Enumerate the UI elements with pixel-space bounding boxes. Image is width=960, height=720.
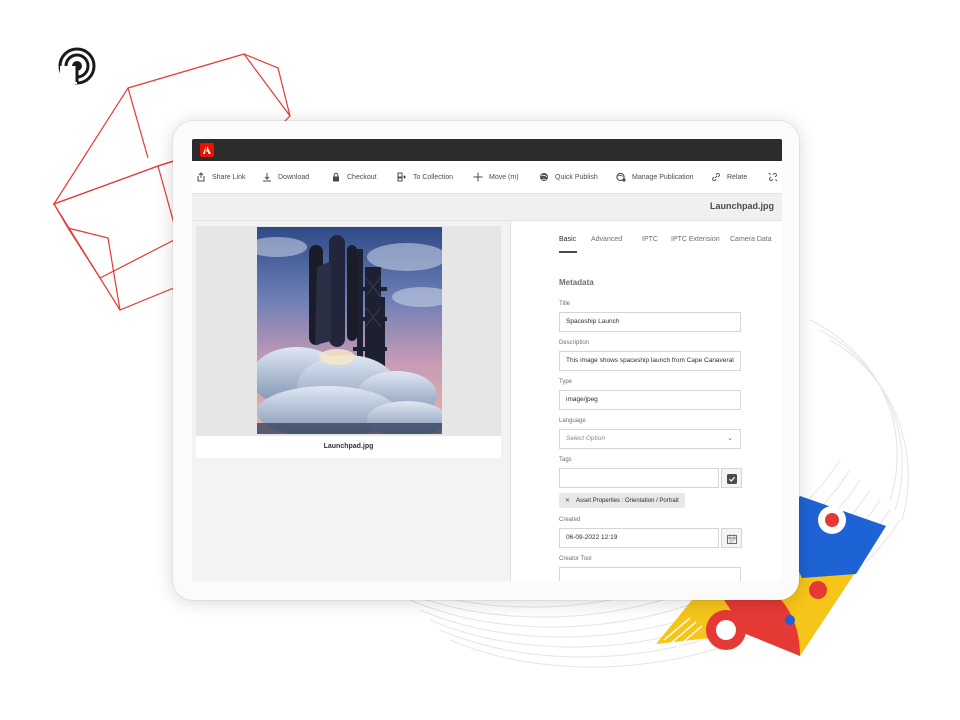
- title-label: Title: [559, 301, 571, 307]
- to-collection-label: To Collection: [413, 173, 454, 181]
- remove-tag-icon[interactable]: ✕: [565, 497, 570, 504]
- share-link-button[interactable]: Share Link: [196, 161, 245, 193]
- asset-preview-panel: Launchpad.jpg: [192, 221, 511, 581]
- language-select[interactable]: Select Option ⌄: [559, 429, 741, 449]
- asset-preview-image[interactable]: [257, 227, 442, 434]
- manage-publication-icon: [616, 172, 626, 182]
- checkout-button[interactable]: Checkout: [331, 161, 377, 193]
- quick-publish-label: Quick Publish: [555, 173, 598, 181]
- checkout-label: Checkout: [347, 173, 377, 181]
- description-label: Description: [559, 340, 590, 346]
- creator-tool-field[interactable]: [559, 567, 741, 581]
- tab-camera-data[interactable]: Camera Data: [730, 236, 772, 243]
- tag-chip-label: Asset Properties : Orientation / Portrai…: [576, 497, 679, 504]
- collection-icon: [397, 172, 407, 182]
- language-select-placeholder: Select Option: [566, 435, 606, 442]
- creator-tool-label: Creator Tool: [559, 556, 592, 562]
- tag-chip[interactable]: ✕ Asset Properties : Orientation / Portr…: [559, 493, 685, 508]
- tab-iptc[interactable]: IPTC: [642, 236, 658, 243]
- chevron-down-icon: ⌄: [727, 435, 733, 442]
- tag-picker-button[interactable]: [721, 468, 742, 488]
- relate-label: Relate: [727, 173, 748, 181]
- tags-input[interactable]: [559, 468, 719, 488]
- lock-icon: [331, 172, 341, 182]
- manage-publication-button[interactable]: Manage Publication: [616, 161, 694, 193]
- move-button[interactable]: Move (m): [473, 161, 519, 193]
- asset-caption: Launchpad.jpg: [323, 443, 374, 450]
- description-field[interactable]: This image shows spaceship launch from C…: [559, 351, 741, 371]
- tablet-frame: Share Link Download Checkout To Collecti…: [173, 121, 799, 600]
- metadata-section-title: Metadata: [559, 278, 594, 287]
- asset-title: Launchpad.jpg: [710, 201, 774, 211]
- download-button[interactable]: Download: [262, 161, 309, 193]
- tab-basic[interactable]: Basic: [559, 236, 576, 243]
- tab-advanced[interactable]: Advanced: [591, 236, 622, 243]
- language-label: Language: [559, 418, 586, 424]
- move-icon: [473, 172, 483, 182]
- active-tab-indicator: [559, 251, 577, 253]
- unrelate-button[interactable]: [768, 161, 782, 193]
- type-field[interactable]: image/jpeg: [559, 390, 741, 410]
- title-field[interactable]: Spaceship Launch: [559, 312, 741, 332]
- tags-label: Tags: [559, 457, 572, 463]
- share-link-icon: [196, 172, 206, 182]
- to-collection-button[interactable]: To Collection: [397, 161, 453, 193]
- unrelate-icon: [768, 172, 778, 182]
- manage-publication-label: Manage Publication: [632, 173, 694, 181]
- relate-icon: [711, 172, 721, 182]
- calendar-icon: [727, 534, 737, 544]
- asset-preview-area: [196, 226, 501, 436]
- asset-caption-box: Launchpad.jpg: [196, 436, 501, 458]
- created-field[interactable]: 06-09-2022 12:19: [559, 528, 719, 548]
- quick-publish-button[interactable]: Quick Publish: [539, 161, 598, 193]
- app-screen: Share Link Download Checkout To Collecti…: [192, 139, 782, 581]
- metadata-panel: Basic Advanced IPTC IPTC Extension Camer…: [511, 221, 782, 581]
- download-label: Download: [278, 173, 310, 181]
- globe-icon: [539, 172, 549, 182]
- download-icon: [262, 172, 272, 182]
- created-label: Created: [559, 517, 581, 523]
- move-label: Move (m): [489, 173, 519, 181]
- asset-title-bar: Launchpad.jpg: [192, 194, 782, 221]
- type-label: Type: [559, 379, 573, 385]
- share-link-label: Share Link: [212, 173, 246, 181]
- action-toolbar: Share Link Download Checkout To Collecti…: [192, 161, 782, 194]
- checkbox-icon: [727, 474, 737, 484]
- app-topbar: [192, 139, 782, 161]
- adobe-logo-icon[interactable]: [200, 143, 214, 157]
- calendar-button[interactable]: [721, 528, 742, 548]
- tab-iptc-extension[interactable]: IPTC Extension: [671, 236, 720, 243]
- relate-button[interactable]: Relate: [711, 161, 747, 193]
